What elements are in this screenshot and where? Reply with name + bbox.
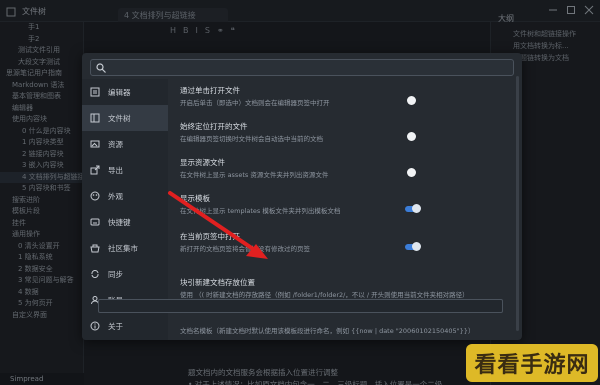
- setting-row: 在当前页签中打开新打开的文档页签将会替换没有修改过的页签: [168, 225, 522, 261]
- nav-item-keymap[interactable]: 快捷键: [82, 209, 168, 235]
- nav-item-editor[interactable]: 编辑器: [82, 79, 168, 105]
- settings-scrollbar[interactable]: [516, 76, 519, 331]
- settings-search[interactable]: [90, 59, 514, 76]
- watermark-text: 看看手游网: [474, 353, 590, 378]
- nav-item-label: 资源: [108, 139, 123, 149]
- nav-item-label: 编辑器: [108, 87, 131, 97]
- nav-item-label: 导出: [108, 165, 123, 175]
- nav-item-bazaar[interactable]: 社区集市: [82, 235, 168, 261]
- setting-row: 通过单击打开文件开启后单击（即选中）文档则会在编辑器页签中打开: [168, 79, 522, 115]
- setting-title: 显示模板: [180, 194, 210, 203]
- setting-title: 显示资源文件: [180, 158, 225, 167]
- nav-item-label: 快捷键: [108, 217, 131, 227]
- setting-toggle[interactable]: [404, 132, 416, 142]
- setting-description: 在文件树上显示 templates 模板文件夹并列出模板文档: [180, 207, 341, 215]
- keymap-icon: [90, 218, 100, 226]
- block-ref-path-input[interactable]: [98, 299, 503, 313]
- nav-item-export[interactable]: 导出: [82, 157, 168, 183]
- sync-icon: [91, 269, 99, 279]
- bazaar-icon: [90, 244, 100, 253]
- nav-item-file-tree[interactable]: 文件树: [82, 105, 168, 131]
- setting-toggle[interactable]: [404, 96, 416, 106]
- setting-row: 显示模板在文件树上显示 templates 模板文件夹并列出模板文档: [168, 187, 522, 223]
- assets-icon: [90, 140, 100, 148]
- nav-item-about[interactable]: 关于: [82, 313, 168, 339]
- search-icon: [96, 63, 106, 73]
- appearance-icon: [90, 191, 100, 201]
- setting-description: 在文件树上显示 assets 资源文件夹并列出资源文件: [180, 171, 329, 179]
- file-tree-icon: [90, 113, 100, 123]
- setting-title: 在当前页签中打开: [180, 232, 240, 241]
- export-icon: [90, 165, 100, 175]
- nav-item-label: 社区集市: [108, 243, 138, 253]
- nav-item-sync[interactable]: 同步: [82, 261, 168, 287]
- setting-toggle[interactable]: [404, 168, 416, 178]
- setting-title: 块引新建文档存放位置: [180, 278, 255, 287]
- watermark-logo: 看看手游网: [466, 344, 598, 382]
- search-input[interactable]: [111, 61, 506, 74]
- nav-item-assets[interactable]: 资源: [82, 131, 168, 157]
- editor-icon: [90, 87, 100, 97]
- setting-description: 使用 （( 时新建文档的存放路径（例如 /folder1/folder2/，不以…: [180, 291, 469, 299]
- nav-item-label: 外观: [108, 191, 123, 201]
- setting-description: 在编辑器页签切换时文件树会自动选中当前的文档: [180, 135, 323, 143]
- nav-item-label: 关于: [108, 321, 123, 331]
- setting-title: 通过单击打开文件: [180, 86, 240, 95]
- doc-name-template-description: 文档名模板（新建文档时默认使用该模板段进行命名，例如 {{now | date …: [180, 327, 475, 335]
- settings-dialog: 编辑器文件树资源导出外观快捷键社区集市同步账号关于 通过单击打开文件开启后单击（…: [82, 53, 522, 340]
- nav-item-appearance[interactable]: 外观: [82, 183, 168, 209]
- setting-toggle[interactable]: [405, 242, 421, 252]
- setting-row: 显示资源文件在文件树上显示 assets 资源文件夹并列出资源文件: [168, 151, 522, 187]
- setting-toggle[interactable]: [405, 204, 421, 214]
- nav-item-label: 同步: [108, 269, 123, 279]
- setting-row: 始终定位打开的文件在编辑器页签切换时文件树会自动选中当前的文档: [168, 115, 522, 151]
- about-icon: [90, 321, 100, 331]
- setting-description: 新打开的文档页签将会替换没有修改过的页签: [180, 245, 310, 253]
- nav-item-label: 文件树: [108, 113, 131, 123]
- setting-description: 开启后单击（即选中）文档则会在编辑器页签中打开: [180, 99, 330, 107]
- setting-title: 始终定位打开的文件: [180, 122, 248, 131]
